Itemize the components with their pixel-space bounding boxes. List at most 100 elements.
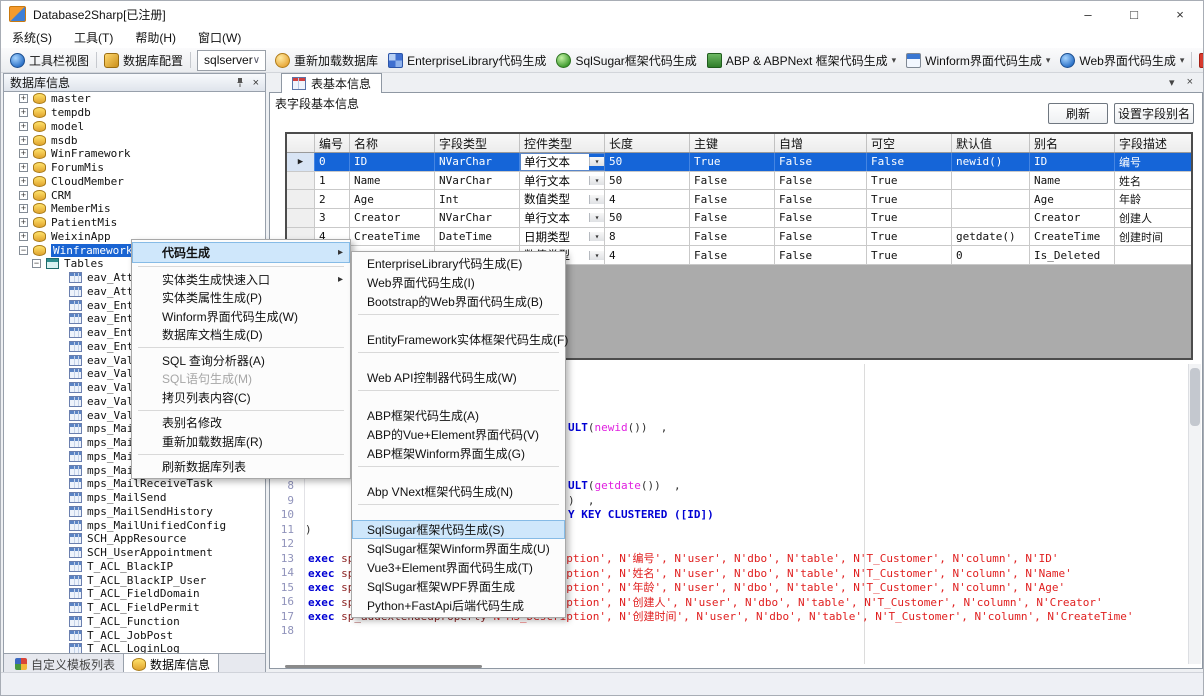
combo-arrow-icon[interactable]: ▾ <box>589 157 604 166</box>
menu-item[interactable] <box>352 349 565 368</box>
grid-cell-pk[interactable]: False <box>690 246 775 264</box>
grid-header-cell[interactable]: 字段类型 <box>435 134 520 152</box>
tree-table-item[interactable]: T_ACL_BlackIP <box>4 560 265 574</box>
tree-database-item[interactable]: + WinFramework <box>4 147 265 161</box>
menu-item[interactable]: 实体类属性生成(P) <box>132 289 350 308</box>
menu-bar-item[interactable]: 工具(T) <box>63 27 124 48</box>
menu-item[interactable]: Abp VNext框架代码生成(N) <box>352 482 565 501</box>
maximize-button[interactable]: □ <box>1111 1 1157 27</box>
grid-cell-pk[interactable]: False <box>690 209 775 227</box>
menu-item[interactable] <box>132 451 350 458</box>
expand-icon[interactable]: + <box>19 108 28 117</box>
grid-cell-default[interactable] <box>952 209 1030 227</box>
menu-item[interactable]: Vue3+Element界面代码生成(T) <box>352 558 565 577</box>
expand-icon[interactable]: + <box>19 149 28 158</box>
dock-close-icon[interactable]: × <box>253 77 259 89</box>
tree-database-item[interactable]: + master <box>4 92 265 106</box>
tree-table-item[interactable]: T_ACL_Function <box>4 615 265 629</box>
menu-item[interactable]: EntityFramework实体框架代码生成(F) <box>352 330 565 349</box>
tree-table-item[interactable]: mps_MailSend <box>4 491 265 505</box>
doc-close-icon[interactable]: × <box>1187 76 1193 89</box>
grid-cell-nullable[interactable]: True <box>867 172 952 190</box>
grid-cell-pk[interactable]: True <box>690 153 775 171</box>
grid-cell-length[interactable]: 50 <box>605 153 690 171</box>
grid-cell-default[interactable] <box>952 190 1030 208</box>
grid-cell-desc[interactable]: 年龄 <box>1115 190 1193 208</box>
toolbar-reload-button[interactable]: 重新加载数据库 <box>270 49 383 71</box>
tree-database-item[interactable]: + CloudMember <box>4 175 265 189</box>
tree-database-item[interactable]: + msdb <box>4 133 265 147</box>
tab-custom-template-list[interactable]: 自定义模板列表 <box>7 654 123 674</box>
tree-table-item[interactable]: mps_MailReceiveTask <box>4 477 265 491</box>
grid-cell-length[interactable]: 50 <box>605 172 690 190</box>
table-row[interactable]: ▶ 0 ID NVarChar 单行文本 ▾ 50 True False Fal <box>287 153 1191 172</box>
menu-item[interactable]: EnterpriseLibrary代码生成(E) <box>352 254 565 273</box>
code-horizontal-scrollbar[interactable] <box>285 665 482 668</box>
menu-item[interactable]: Bootstrap的Web界面代码生成(B) <box>352 292 565 311</box>
grid-cell-default[interactable] <box>952 172 1030 190</box>
menu-item[interactable] <box>132 263 350 270</box>
menu-item[interactable]: 实体类生成快速入口 ▸ <box>132 270 350 289</box>
grid-cell-control[interactable]: 日期类型 ▾ <box>520 228 605 246</box>
table-row[interactable]: 4 CreateTime DateTime 日期类型 ▾ 8 False Fal… <box>287 228 1191 247</box>
menu-bar-item[interactable]: 系统(S) <box>1 27 63 48</box>
grid-cell-control[interactable]: 单行文本 ▾ <box>520 209 605 227</box>
tab-database-info[interactable]: 数据库信息 <box>123 654 219 674</box>
dropdown-arrow-icon[interactable]: ▾ <box>1046 55 1051 66</box>
grid-header-cell[interactable]: 别名 <box>1030 134 1115 152</box>
expand-icon[interactable]: + <box>19 232 28 241</box>
doc-dropdown-icon[interactable]: ▾ <box>1169 76 1175 89</box>
grid-cell-length[interactable]: 8 <box>605 228 690 246</box>
grid-header-cell[interactable]: 默认值 <box>952 134 1030 152</box>
grid-cell-desc[interactable] <box>1115 246 1193 264</box>
tree-table-item[interactable]: SCH_AppResource <box>4 532 265 546</box>
grid-header-cell[interactable]: 字段描述 <box>1115 134 1193 152</box>
menu-bar-item[interactable]: 窗口(W) <box>187 27 252 48</box>
grid-cell-nullable[interactable]: True <box>867 246 952 264</box>
grid-header-cell[interactable]: 控件类型 <box>520 134 605 152</box>
tree-table-item[interactable]: mps_MailUnifiedConfig <box>4 518 265 532</box>
grid-cell-desc[interactable]: 创建人 <box>1115 209 1193 227</box>
expand-icon[interactable]: + <box>19 94 28 103</box>
menu-item[interactable] <box>352 387 565 406</box>
grid-cell-nullable[interactable]: True <box>867 190 952 208</box>
grid-cell-length[interactable]: 4 <box>605 190 690 208</box>
expand-icon[interactable]: + <box>19 218 28 227</box>
tree-database-item[interactable]: + MemberMis <box>4 202 265 216</box>
grid-cell-desc[interactable]: 创建时间 <box>1115 228 1193 246</box>
tree-table-item[interactable]: T_ACL_FieldDomain <box>4 587 265 601</box>
close-button[interactable]: × <box>1157 1 1203 27</box>
tree-table-item[interactable]: mps_MailSendHistory <box>4 505 265 519</box>
grid-cell-length[interactable]: 4 <box>605 246 690 264</box>
grid-cell-alias[interactable]: Is_Deleted <box>1030 246 1115 264</box>
tree-table-item[interactable]: T_ACL_FieldPermit <box>4 601 265 615</box>
grid-cell-nullable[interactable]: True <box>867 209 952 227</box>
expand-icon[interactable]: + <box>19 191 28 200</box>
expand-icon[interactable]: + <box>19 122 28 131</box>
toolbar-web-button[interactable]: Web界面代码生成 ▾ <box>1055 49 1189 71</box>
tree-database-item[interactable]: + CRM <box>4 188 265 202</box>
table-row[interactable]: 2 Age Int 数值类型 ▾ 4 False False True <box>287 190 1191 209</box>
menu-item[interactable]: Web界面代码生成(I) <box>352 273 565 292</box>
toolbar-winform-button[interactable]: Winform界面代码生成 ▾ <box>901 49 1055 71</box>
refresh-button[interactable]: 刷新 <box>1048 103 1108 124</box>
menu-item[interactable] <box>132 407 350 414</box>
table-row[interactable]: 1 Name NVarChar 单行文本 ▾ 50 False False Tr… <box>287 172 1191 191</box>
toolbar-exit-button[interactable]: × 退出 <box>1194 49 1204 71</box>
combo-arrow-icon[interactable]: ▾ <box>589 176 604 185</box>
row-indicator[interactable] <box>287 209 315 227</box>
menu-item[interactable]: 刷新数据库列表 <box>132 458 350 477</box>
menu-item[interactable]: Web API控制器代码生成(W) <box>352 368 565 387</box>
tab-table-basic-info[interactable]: 表基本信息 <box>281 73 382 93</box>
collapse-icon[interactable]: − <box>32 259 41 268</box>
grid-cell-pk[interactable]: False <box>690 228 775 246</box>
menu-item[interactable]: SqlSugar框架代码生成(S) <box>352 520 565 539</box>
tree-database-item[interactable]: + model <box>4 120 265 134</box>
grid-cell-name[interactable]: Name <box>350 172 435 190</box>
grid-cell-desc[interactable]: 编号 <box>1115 153 1193 171</box>
grid-cell-type[interactable]: Int <box>435 190 520 208</box>
expand-icon[interactable]: + <box>19 204 28 213</box>
toolbar-enterpriselibrary-button[interactable]: EnterpriseLibrary代码生成 <box>383 49 551 71</box>
menu-item[interactable]: SQL语句生成(M) <box>132 370 350 389</box>
grid-cell-type[interactable]: NVarChar <box>435 153 520 171</box>
